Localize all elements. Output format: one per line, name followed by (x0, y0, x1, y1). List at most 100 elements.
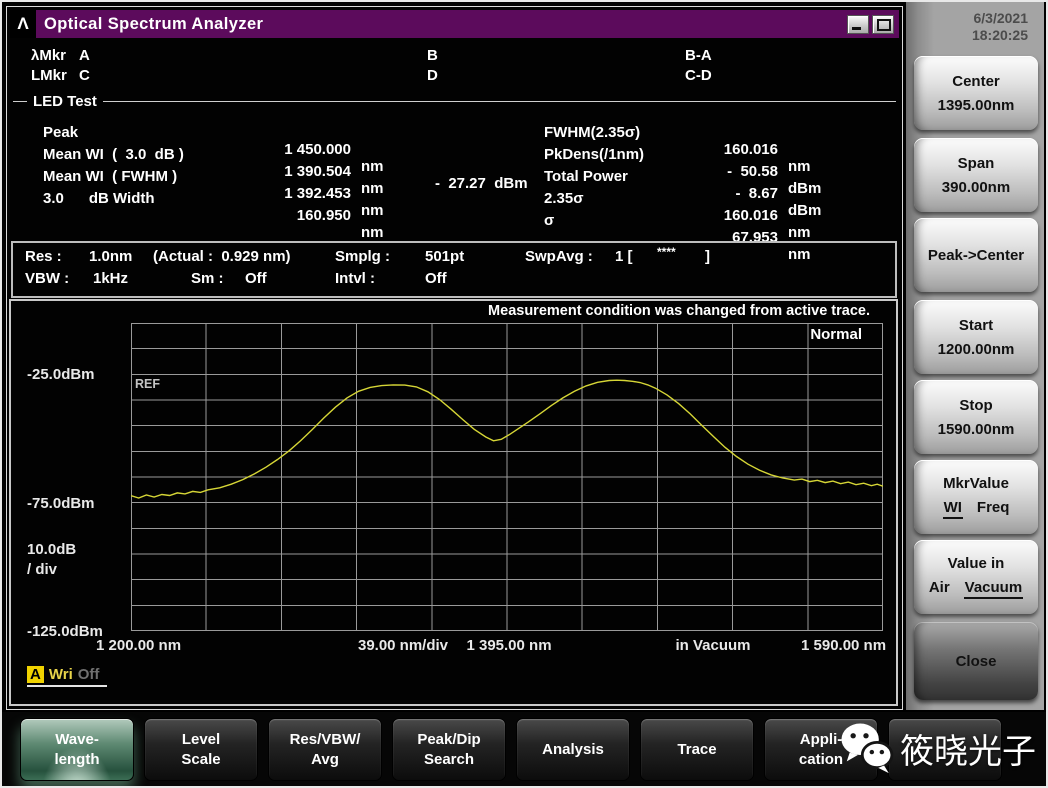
menu-analysis[interactable]: Analysis (516, 718, 630, 781)
result-row-total-power: Total Power - 8.67 dBm (544, 151, 844, 219)
trace-plot (131, 323, 883, 631)
trace-letter-badge: A (27, 666, 44, 683)
y-axis-top-label: -25.0dBm (27, 366, 95, 383)
option-air[interactable]: Air (929, 579, 950, 599)
interval-value: Off (425, 270, 447, 287)
analysis-results-right: FWHM(2.35σ) 160.016 nm PkDens(/1nm) - 50… (544, 107, 844, 263)
y-axis-scale-unit: / div (27, 561, 58, 578)
softkey-marker-value[interactable]: MkrValue WI Freq (914, 460, 1038, 534)
sweep-condition-bar: Res : 1.0nm (Actual : 0.929 nm) Smplg : … (11, 241, 897, 298)
marker-d-label: D (427, 67, 438, 84)
softkey-close[interactable]: Close (914, 622, 1038, 700)
menu-res-vbw-avg[interactable]: Res/VBW/ Avg (268, 718, 382, 781)
ref-level-label: REF (135, 377, 160, 391)
marker-row-level: LMkr C D C-D (7, 67, 902, 86)
result-row-peak: Peak 1 450.000 nm - 27.27 dBm (43, 107, 603, 192)
brand-logo-icon: Λ (10, 10, 36, 38)
vbw-label: VBW : (25, 270, 70, 287)
x-axis-stop-label: 1 590.00 nm (801, 637, 887, 654)
softkey-value: 390.00nm (941, 178, 1011, 196)
result-row-3db-width: 3.0 dB Width 160.950 nm (43, 173, 603, 241)
softkey-label: Center (952, 72, 1000, 90)
menu-label: length (54, 750, 100, 768)
watermark-text: 筱晓光子 (900, 732, 1036, 771)
result-unit: nm (361, 202, 384, 219)
spectrum-chart: Measurement condition was changed from a… (9, 299, 898, 706)
result-unit: nm (361, 224, 384, 241)
menu-label: Scale (181, 750, 221, 768)
minimize-icon (852, 26, 861, 30)
trace-off-label: Off (77, 666, 100, 683)
sampling-label: Smplg : (335, 248, 390, 265)
window-titlebar: Λ Optical Spectrum Analyzer (10, 10, 899, 38)
softkey-peak-to-center[interactable]: Peak->Center (914, 218, 1038, 292)
softkey-center[interactable]: Center 1395.00nm (914, 56, 1038, 130)
x-axis-medium-label: in Vacuum (675, 637, 751, 654)
softkey-sidebar: 6/3/2021 18:20:25 Center 1395.00nm Span … (906, 2, 1044, 710)
result-row-sigma: σ 67.953 nm (544, 195, 844, 263)
softkey-stop[interactable]: Stop 1590.00nm (914, 380, 1038, 454)
result-unit: nm (788, 224, 811, 241)
result-label: 3.0 dB Width (43, 190, 155, 207)
option-wavelength[interactable]: WI (942, 499, 963, 519)
result-value: 160.950 (296, 207, 351, 224)
smooth-label: Sm : (191, 270, 224, 287)
result-row-meanwl-3db: Mean WI ( 3.0 dB ) 1 390.504 nm (43, 129, 603, 197)
maximize-icon (877, 18, 891, 31)
softkey-label: MkrValue (943, 475, 1009, 492)
softkey-label: Stop (959, 396, 993, 414)
softkey-value: 1395.00nm (937, 96, 1015, 114)
softkey-start[interactable]: Start 1200.00nm (914, 300, 1038, 374)
result-row-meanwl-fwhm: Mean WI ( FWHM ) 1 392.453 nm (43, 151, 603, 219)
maximize-button[interactable] (872, 14, 894, 34)
sweep-avg-label: SwpAvg : (525, 248, 593, 265)
menu-label: Avg (311, 750, 339, 768)
date-label: 6/3/2021 (973, 10, 1029, 26)
active-trace-tag: A Wri Off (27, 666, 108, 687)
window-title: Optical Spectrum Analyzer (44, 14, 264, 33)
y-axis-mid-label: -75.0dBm (27, 495, 95, 512)
trace-mode-label: Normal (810, 326, 862, 343)
sweep-avg-value: 1 [ (615, 248, 633, 265)
softkey-value: 1200.00nm (937, 340, 1015, 358)
softkey-value-in[interactable]: Value in Air Vacuum (914, 540, 1038, 614)
time-label: 18:20:25 (971, 27, 1028, 43)
analysis-results-left: Peak 1 450.000 nm - 27.27 dBm Mean WI ( … (43, 107, 603, 241)
softkey-label: Span (957, 154, 995, 172)
minimize-button[interactable] (847, 14, 869, 34)
menu-label: Peak/Dip (417, 730, 481, 748)
y-axis-bottom-label: -125.0dBm (27, 623, 103, 640)
menu-trace[interactable]: Trace (640, 718, 754, 781)
marker-b-label: B (427, 47, 438, 64)
result-label: σ (544, 212, 555, 229)
res-label: Res : (25, 248, 62, 265)
menu-label: Level (181, 730, 221, 748)
softkey-value: 1590.00nm (937, 420, 1015, 438)
y-axis-scale-label: 10.0dB (27, 541, 77, 558)
option-vacuum[interactable]: Vacuum (963, 579, 1024, 599)
x-axis-center-label: 1 395.00 nm (466, 637, 552, 654)
option-frequency[interactable]: Freq (977, 499, 1010, 519)
softkey-label: Close (955, 652, 997, 670)
marker-c-label: C (79, 67, 90, 84)
smooth-value: Off (245, 270, 267, 287)
menu-peak-dip-search[interactable]: Peak/Dip Search (392, 718, 506, 781)
menu-level-scale[interactable]: Level Scale (144, 718, 258, 781)
vbw-value: 1kHz (93, 270, 129, 287)
marker-c-d-label: C-D (685, 67, 712, 84)
marker-row-wavelength: λMkr A B B-A (7, 47, 902, 66)
wechat-icon (841, 723, 894, 774)
menu-label: Analysis (542, 740, 604, 758)
softkey-span[interactable]: Span 390.00nm (914, 138, 1038, 212)
interval-label: Intvl : (335, 270, 375, 287)
x-axis-start-label: 1 200.00 nm (96, 637, 182, 654)
watermark: 筱晓光子 (838, 716, 1036, 780)
trace-write-label: Wri (48, 666, 73, 683)
marker-type-label: λMkr (31, 47, 67, 64)
menu-wavelength[interactable]: Wave- length (20, 718, 134, 781)
result-row-pkdens: PkDens(/1nm) - 50.58 dBm (544, 129, 844, 197)
sweep-avg-progress: **** (657, 245, 676, 259)
softkey-label: Value in (947, 555, 1005, 572)
softkey-label: Start (958, 316, 994, 334)
x-axis-div-label: 39.00 nm/div (357, 637, 449, 654)
